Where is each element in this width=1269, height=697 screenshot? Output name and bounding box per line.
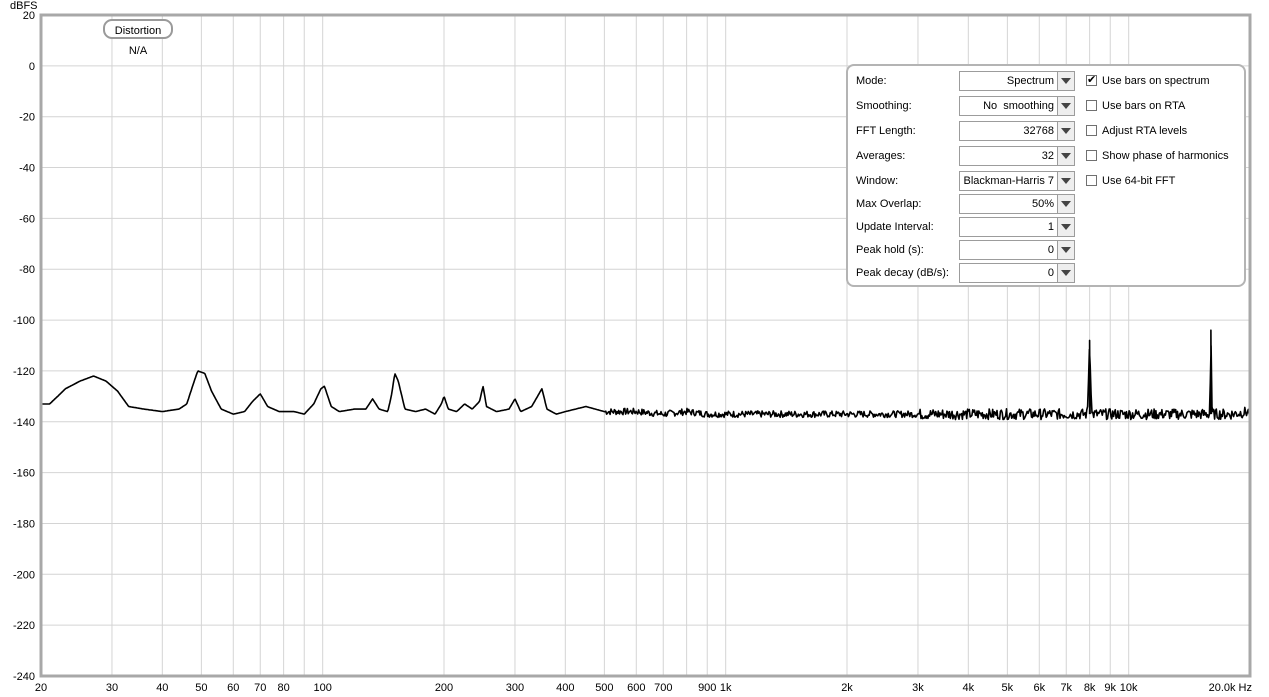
update-interval-select[interactable]: 1: [959, 217, 1075, 237]
x-tick-label: 70: [254, 682, 266, 694]
y-tick-label: -240: [13, 671, 35, 683]
checkbox-label: Use 64-bit FFT: [1102, 175, 1176, 187]
checkbox-icon[interactable]: [1086, 73, 1097, 86]
peak-decay-value: 0: [1047, 267, 1054, 279]
y-tick-label: 20: [23, 10, 35, 22]
mode-value: Spectrum: [1006, 75, 1054, 87]
x-tick-label: 30: [106, 682, 118, 694]
peak-decay-label: Peak decay (dB/s):: [856, 267, 949, 279]
controls-panel: Mode: Spectrum Smoothing: No smoothing F…: [846, 64, 1246, 287]
x-tick-label: 10k: [1120, 682, 1138, 694]
chevron-down-icon[interactable]: [1057, 72, 1074, 90]
window-select[interactable]: Blackman-Harris 7: [959, 171, 1075, 191]
max-overlap-label: Max Overlap:: [856, 198, 922, 210]
checkbox-label: Adjust RTA levels: [1102, 125, 1188, 137]
mode-select[interactable]: Spectrum: [959, 71, 1075, 91]
max-overlap-select[interactable]: 50%: [959, 194, 1075, 214]
x-tick-label: 8k: [1084, 682, 1096, 694]
y-tick-label: -40: [19, 163, 35, 175]
x-tick-label: 40: [156, 682, 168, 694]
x-tick-label: 300: [506, 682, 524, 694]
y-ticks: 20 0 -20 -40 -60 -80 -100 -120 -140 -160 -180 -200 -…: [13, 10, 35, 683]
fft-length-select[interactable]: 32768: [959, 121, 1075, 141]
window-value: Blackman-Harris 7: [963, 175, 1054, 187]
x-tick-label: 500: [595, 682, 613, 694]
averages-value: 32: [1041, 150, 1054, 162]
smoothing-value: No smoothing: [983, 100, 1054, 112]
mode-label: Mode:: [856, 75, 887, 87]
spectrum-line: [41, 329, 1251, 421]
fft-length-label: FFT Length:: [856, 125, 916, 137]
x-tick-label: 80: [278, 682, 290, 694]
update-interval-label: Update Interval:: [856, 221, 934, 233]
averages-label: Averages:: [856, 150, 906, 162]
averages-select[interactable]: 32: [959, 146, 1075, 166]
chevron-down-icon[interactable]: [1057, 172, 1074, 190]
chevron-down-icon[interactable]: [1057, 122, 1074, 140]
series-layer: [41, 329, 1251, 421]
x-tick-label: 60: [227, 682, 239, 694]
x-tick-label: 7k: [1060, 682, 1072, 694]
peak-decay-select[interactable]: 0: [959, 263, 1075, 283]
x-ticks: 20 30 40 50 60 70 80 100 200 300 400 500 600 700 900 1k…: [35, 682, 1138, 694]
x-tick-label: 3k: [912, 682, 924, 694]
checkbox-label: Use bars on spectrum: [1102, 75, 1210, 87]
smoothing-select[interactable]: No smoothing: [959, 96, 1075, 116]
checkbox-icon[interactable]: [1086, 125, 1097, 136]
x-tick-label: 1k: [720, 682, 732, 694]
x-tick-label: 6k: [1033, 682, 1045, 694]
y-tick-label: -140: [13, 417, 35, 429]
y-tick-label: -20: [19, 112, 35, 124]
y-tick-label: -60: [19, 213, 35, 225]
peak-hold-select[interactable]: 0: [959, 240, 1075, 260]
checkbox-icon[interactable]: [1086, 150, 1097, 161]
checkbox-label: Show phase of harmonics: [1102, 150, 1229, 162]
x-tick-label: 100: [314, 682, 332, 694]
x-tick-label: 400: [556, 682, 574, 694]
x-tick-label: 4k: [963, 682, 975, 694]
x-tick-label: 200: [435, 682, 453, 694]
x-tick-label: 5k: [1002, 682, 1014, 694]
x-tick-label: 9k: [1104, 682, 1116, 694]
peak-hold-label: Peak hold (s):: [856, 244, 924, 256]
x-tick-label: 50: [195, 682, 207, 694]
peak-hold-value: 0: [1047, 244, 1054, 256]
y-tick-label: -220: [13, 620, 35, 632]
x-axis-unit-label: 20.0k Hz: [1209, 682, 1252, 694]
y-tick-label: -80: [19, 264, 35, 276]
x-tick-label: 20: [35, 682, 47, 694]
x-tick-label: 2k: [841, 682, 853, 694]
chevron-down-icon[interactable]: [1057, 147, 1074, 165]
distortion-badge[interactable]: Distortion N/A: [103, 19, 173, 57]
x-tick-label: 600: [627, 682, 645, 694]
chevron-down-icon[interactable]: [1057, 264, 1074, 282]
chevron-down-icon[interactable]: [1057, 97, 1074, 115]
max-overlap-value: 50%: [1031, 198, 1054, 210]
y-tick-label: 0: [29, 61, 35, 73]
checkbox-icon[interactable]: [1086, 100, 1097, 111]
y-tick-label: -120: [13, 366, 35, 378]
smoothing-label: Smoothing:: [856, 100, 912, 112]
x-tick-label: 900: [698, 682, 716, 694]
checkbox-label: Use bars on RTA: [1102, 100, 1186, 112]
window-label: Window:: [856, 175, 899, 187]
update-interval-value: 1: [1047, 221, 1054, 233]
chevron-down-icon[interactable]: [1057, 195, 1074, 213]
y-tick-label: -200: [13, 569, 35, 581]
checkbox-icon[interactable]: [1086, 175, 1097, 186]
chevron-down-icon[interactable]: [1057, 218, 1074, 236]
chevron-down-icon[interactable]: [1057, 241, 1074, 259]
y-tick-label: -160: [13, 468, 35, 480]
y-tick-label: -180: [13, 518, 35, 530]
y-tick-label: -100: [13, 315, 35, 327]
fft-length-value: 32768: [1023, 125, 1054, 137]
x-tick-label: 700: [654, 682, 672, 694]
